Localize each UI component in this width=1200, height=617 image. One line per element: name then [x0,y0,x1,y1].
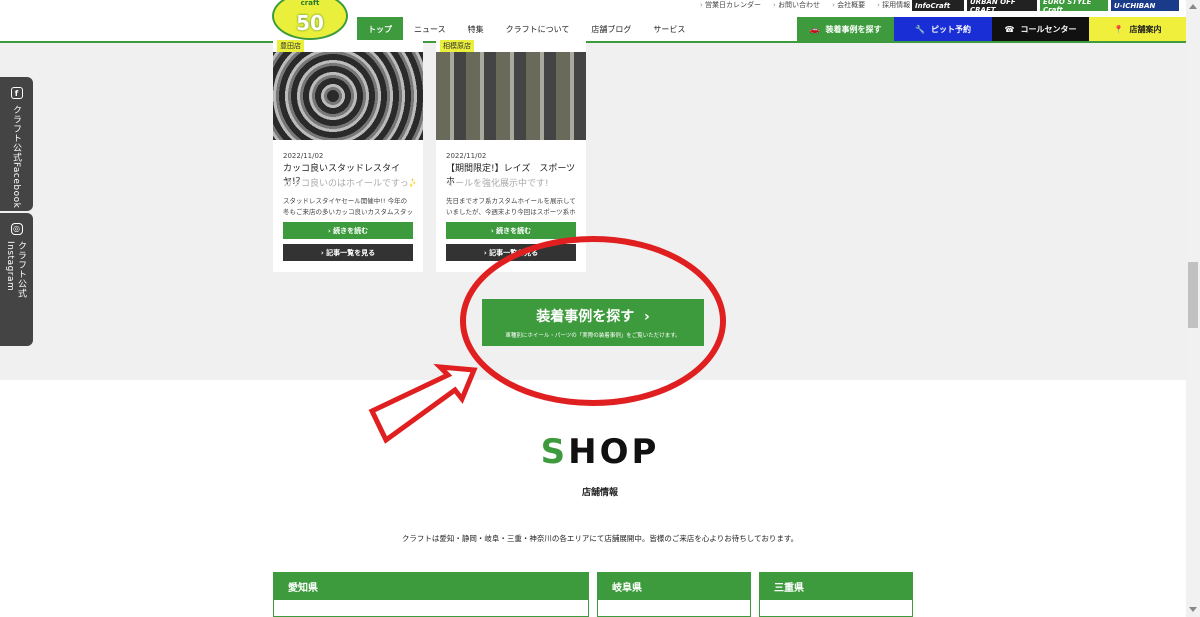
region-mie: 三重県 [759,572,913,617]
annotation-arrow-icon [368,363,478,444]
shop-heading: SHOP [500,432,700,472]
shop-subheading: 店舗情報 [581,488,618,498]
region-heading: 愛知県 [274,573,588,600]
region-aichi: 愛知県 [273,572,589,617]
region-heading: 三重県 [760,573,912,600]
region-heading: 岐阜県 [598,573,750,600]
scroll-down-icon[interactable] [1189,607,1197,612]
shop-heading-rest: HOP [568,432,660,472]
scroll-up-icon[interactable] [1189,4,1197,9]
annotation-ellipse [460,236,726,406]
annotation-overlay [368,236,726,444]
scrollbar-thumb[interactable] [1188,262,1198,328]
shop-description: クラフトは愛知・静岡・岐阜・三重・神奈川の各エリアにて店舗展開中。皆様のご来店を… [401,534,799,543]
shop-heading-first-letter: S [540,432,569,472]
region-gifu: 岐阜県 [597,572,751,617]
page-scrollbar[interactable] [1186,0,1200,617]
